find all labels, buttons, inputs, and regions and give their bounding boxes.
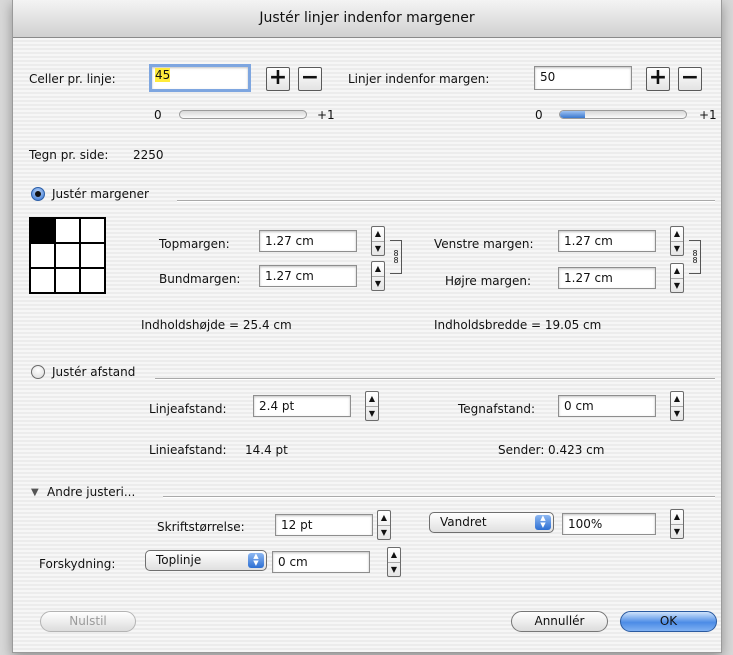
left-margin-label: Venstre margen:: [434, 237, 534, 251]
section-separator: [163, 496, 715, 498]
bottom-margin-stepper[interactable]: ▲ ▼: [371, 261, 385, 291]
lines-plus-button[interactable]: +: [646, 67, 670, 91]
cells-minus-button[interactable]: −: [298, 67, 322, 91]
disclosure-triangle-icon[interactable]: ▼: [31, 487, 39, 498]
offset-label: Forskydning:: [39, 557, 116, 571]
line-spacing-input[interactable]: 2.4 pt: [253, 395, 351, 417]
popup-arrows-icon: ▲ ▼: [248, 553, 264, 568]
lines-slider-max: +1: [699, 108, 717, 122]
popup-arrows-icon: ▲ ▼: [535, 515, 551, 530]
line-spacing-stepper[interactable]: ▲ ▼: [365, 391, 379, 421]
right-margin-input[interactable]: 1.27 cm: [558, 267, 656, 289]
char-spacing-label: Tegnafstand:: [458, 402, 536, 416]
lines-slider[interactable]: [559, 110, 687, 119]
cells-slider[interactable]: [179, 110, 307, 119]
content-height: Indholdshøjde = 25.4 cm: [141, 318, 292, 332]
lines-slider-fill: [560, 111, 586, 118]
cells-label: Celler pr. linje:: [29, 72, 116, 86]
lines-slider-min: 0: [535, 108, 543, 122]
char-spacing-stepper[interactable]: ▲ ▼: [670, 391, 684, 421]
ok-button[interactable]: OK: [620, 611, 717, 632]
font-size-stepper[interactable]: ▲ ▼: [377, 510, 391, 540]
scale-direction-popup[interactable]: Vandret ▲ ▼: [429, 512, 554, 533]
scale-percent-input[interactable]: 100%: [562, 513, 656, 535]
line-distance-label: Linieafstand:: [149, 443, 227, 457]
sender-label: Sender:: [498, 443, 545, 457]
lines-input[interactable]: 50: [534, 66, 632, 90]
cells-plus-button[interactable]: +: [266, 67, 290, 91]
top-margin-stepper[interactable]: ▲ ▼: [371, 226, 385, 256]
left-margin-stepper[interactable]: ▲ ▼: [670, 226, 684, 256]
dialog-window: Justér linjer indenfor margener Celler p…: [12, 0, 722, 653]
anchor-cell[interactable]: [30, 243, 55, 268]
section-separator: [177, 200, 715, 202]
lines-minus-button[interactable]: −: [678, 67, 702, 91]
anchor-cell[interactable]: [80, 243, 105, 268]
anchor-cell[interactable]: [55, 218, 80, 243]
top-margin-input[interactable]: 1.27 cm: [259, 230, 357, 252]
anchor-cell-top-left[interactable]: [30, 218, 55, 243]
anchor-cell[interactable]: [55, 268, 80, 293]
anchor-cell[interactable]: [30, 268, 55, 293]
bottom-margin-input[interactable]: 1.27 cm: [259, 265, 357, 287]
sender-value: 0.423 cm: [548, 443, 605, 457]
cells-slider-max: +1: [317, 108, 335, 122]
char-spacing-input[interactable]: 0 cm: [558, 395, 656, 417]
font-size-label: Skriftstørrelse:: [157, 520, 245, 534]
font-size-input[interactable]: 12 pt: [275, 514, 373, 536]
anchor-cell[interactable]: [55, 243, 80, 268]
line-distance-value: 14.4 pt: [245, 443, 288, 457]
chars-per-page-value: 2250: [133, 148, 164, 162]
offset-input[interactable]: 0 cm: [272, 551, 370, 573]
anchor-cell[interactable]: [80, 218, 105, 243]
lines-label: Linjer indenfor margen:: [348, 72, 490, 86]
reset-button[interactable]: Nulstil: [40, 611, 136, 632]
adjust-margins-label[interactable]: Justér margener: [52, 186, 149, 202]
cells-input[interactable]: 45: [149, 64, 251, 92]
adjust-margins-radio[interactable]: [31, 187, 45, 201]
cancel-button[interactable]: Annullér: [511, 611, 608, 632]
top-margin-label: Topmargen:: [159, 237, 230, 251]
section-separator: [155, 378, 715, 380]
bottom-margin-label: Bundmargen:: [159, 272, 241, 286]
link-vertical-margins-icon[interactable]: 88: [390, 240, 402, 274]
adjust-spacing-label[interactable]: Justér afstand: [52, 364, 135, 380]
offset-stepper[interactable]: ▲ ▼: [387, 547, 401, 577]
right-margin-stepper[interactable]: ▲ ▼: [670, 263, 684, 293]
cells-slider-min: 0: [154, 108, 162, 122]
other-adjustments-label[interactable]: Andre justeri...: [47, 484, 135, 500]
offset-mode-popup[interactable]: Toplinje ▲ ▼: [145, 550, 267, 571]
scale-percent-stepper[interactable]: ▲ ▼: [670, 509, 684, 539]
content-width: Indholdsbredde = 19.05 cm: [434, 318, 602, 332]
dialog-title: Justér linjer indenfor margener: [13, 0, 721, 38]
link-horizontal-margins-icon[interactable]: 88: [689, 240, 701, 274]
adjust-spacing-radio[interactable]: [31, 365, 45, 379]
anchor-cell[interactable]: [80, 268, 105, 293]
chars-per-page-label: Tegn pr. side:: [29, 148, 109, 162]
right-margin-label: Højre margen:: [445, 274, 531, 288]
line-spacing-label: Linjeafstand:: [149, 402, 227, 416]
left-margin-input[interactable]: 1.27 cm: [558, 230, 656, 252]
anchor-grid[interactable]: [29, 217, 106, 294]
